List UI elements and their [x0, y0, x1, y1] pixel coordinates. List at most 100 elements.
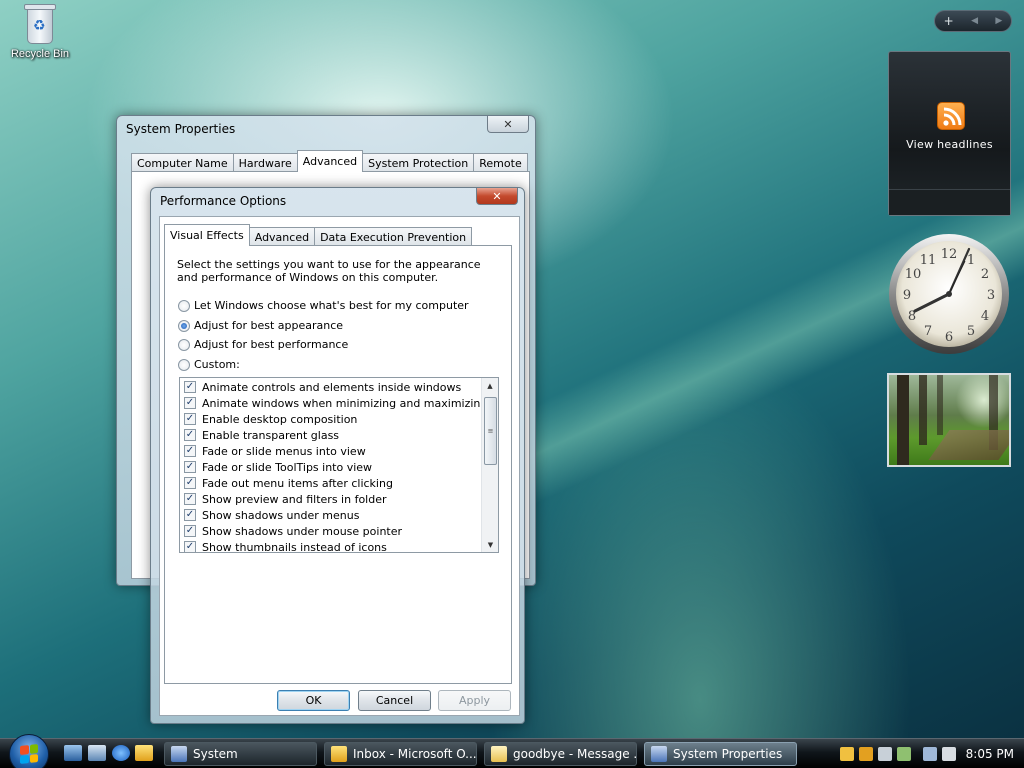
feed-headlines-gadget[interactable]: View headlines	[888, 51, 1011, 216]
system-icon	[171, 746, 187, 762]
list-item[interactable]: ✓ Animate controls and elements inside wi…	[180, 379, 498, 395]
checkbox[interactable]: ✓	[184, 493, 196, 505]
hardware-icon[interactable]	[877, 747, 892, 761]
tab-visual-effects[interactable]: Visual Effects	[164, 224, 250, 246]
list-item[interactable]: ✓ Fade out menu items after clicking	[180, 475, 498, 491]
radio-button-selected[interactable]	[178, 319, 190, 332]
list-item[interactable]: ✓ Show shadows under menus	[180, 507, 498, 523]
list-item[interactable]: ✓ Enable transparent glass	[180, 427, 498, 443]
taskbar-item-label: System Properties	[673, 747, 783, 761]
mail-icon[interactable]	[135, 745, 153, 761]
tab-advanced[interactable]: Advanced	[296, 150, 364, 172]
svg-text:9: 9	[903, 288, 911, 303]
tab-remote[interactable]: Remote	[473, 153, 528, 172]
taskbar-item-system[interactable]: System	[164, 742, 317, 766]
taskbar-item-label: Inbox - Microsoft O...	[353, 747, 477, 761]
svg-text:7: 7	[924, 324, 932, 339]
taskbar-item-system-properties[interactable]: System Properties	[644, 742, 797, 766]
checkbox[interactable]: ✓	[184, 477, 196, 489]
effect-label: Show preview and filters in folder	[202, 492, 387, 506]
svg-text:11: 11	[920, 253, 937, 268]
performance-options-close-button[interactable]: ✕	[476, 188, 518, 205]
list-item[interactable]: ✓ Show preview and filters in folder	[180, 491, 498, 507]
tab-hardware[interactable]: Hardware	[232, 153, 298, 172]
switch-windows-icon[interactable]	[88, 745, 106, 761]
prev-gadget-page-button[interactable]: ◀	[971, 16, 978, 26]
checkbox[interactable]: ✓	[184, 413, 196, 425]
list-scrollbar[interactable]: ▲ ≡ ▼	[481, 378, 498, 552]
apply-button[interactable]: Apply	[438, 690, 511, 711]
effect-label: Fade or slide menus into view	[202, 444, 366, 458]
taskbar: System Inbox - Microsoft O... goodbye - …	[0, 734, 1024, 768]
recycle-bin-shortcut[interactable]: ♻ Recycle Bin	[4, 2, 76, 60]
list-item[interactable]: ✓ Fade or slide menus into view	[180, 443, 498, 459]
recycle-bin-label: Recycle Bin	[10, 48, 70, 60]
view-headlines-label[interactable]: View headlines	[889, 138, 1010, 151]
clock-gadget[interactable]: 12 1 2 3 4 5 6 7 8 9 10 11	[887, 231, 1011, 357]
taskbar-item-inbox[interactable]: Inbox - Microsoft O...	[324, 742, 477, 766]
scroll-up-icon[interactable]: ▲	[482, 378, 498, 393]
network-icon[interactable]	[922, 747, 937, 761]
rss-icon	[937, 102, 965, 130]
checkbox[interactable]: ✓	[184, 445, 196, 457]
taskbar-item-message[interactable]: goodbye - Message ...	[484, 742, 637, 766]
tab-computer-name[interactable]: Computer Name	[131, 153, 234, 172]
clock-face-icon: 12 1 2 3 4 5 6 7 8 9 10 11	[889, 234, 1009, 354]
effect-label: Show shadows under menus	[202, 508, 360, 522]
radio-label: Custom:	[194, 358, 240, 371]
next-gadget-page-button[interactable]: ▶	[995, 16, 1002, 26]
system-properties-close-button[interactable]: ✕	[487, 116, 529, 133]
effect-label: Animate windows when minimizing and maxi…	[202, 396, 488, 410]
system-properties-title: System Properties	[126, 122, 236, 136]
list-item[interactable]: ✓ Enable desktop composition	[180, 411, 498, 427]
checkbox[interactable]: ✓	[184, 381, 196, 393]
ok-button[interactable]: OK	[277, 690, 350, 711]
add-gadget-button[interactable]: +	[944, 14, 954, 28]
radio-label: Let Windows choose what's best for my co…	[194, 299, 469, 312]
list-item[interactable]: ✓ Show thumbnails instead of icons	[180, 539, 498, 552]
radio-button[interactable]	[178, 299, 190, 312]
checkbox[interactable]: ✓	[184, 461, 196, 473]
visual-effects-list[interactable]: ✓ Animate controls and elements inside wi…	[179, 377, 499, 553]
checkbox[interactable]: ✓	[184, 397, 196, 409]
start-button[interactable]	[9, 734, 49, 768]
cancel-button[interactable]: Cancel	[358, 690, 431, 711]
radio-button[interactable]	[178, 358, 190, 371]
performance-options-client: Visual Effects Advanced Data Execution P…	[159, 216, 520, 716]
list-item[interactable]: ✓ Animate windows when minimizing and max…	[180, 395, 498, 411]
effect-label: Fade out menu items after clicking	[202, 476, 393, 490]
scroll-thumb[interactable]: ≡	[484, 397, 497, 465]
effect-label: Animate controls and elements inside win…	[202, 380, 462, 394]
checkbox[interactable]: ✓	[184, 541, 196, 552]
show-desktop-icon[interactable]	[64, 745, 82, 761]
radio-best-performance[interactable]: Adjust for best performance	[178, 338, 348, 351]
checkbox[interactable]: ✓	[184, 525, 196, 537]
svg-text:2: 2	[981, 267, 989, 282]
effect-label: Show shadows under mouse pointer	[202, 524, 403, 538]
checkbox[interactable]: ✓	[184, 509, 196, 521]
volume-icon[interactable]	[941, 747, 956, 761]
list-item[interactable]: ✓ Fade or slide ToolTips into view	[180, 459, 498, 475]
radio-let-windows-choose[interactable]: Let Windows choose what's best for my co…	[178, 299, 469, 312]
radio-custom[interactable]: Custom:	[178, 358, 240, 371]
list-item[interactable]: ✓ Show shadows under mouse pointer	[180, 523, 498, 539]
internet-explorer-icon[interactable]	[112, 745, 130, 761]
messenger-icon[interactable]	[839, 747, 854, 761]
radio-best-appearance[interactable]: Adjust for best appearance	[178, 319, 343, 332]
tab-system-protection[interactable]: System Protection	[362, 153, 475, 172]
update-icon[interactable]	[896, 747, 911, 761]
scroll-down-icon[interactable]: ▼	[482, 537, 498, 552]
checkbox[interactable]: ✓	[184, 429, 196, 441]
taskbar-clock[interactable]: 8:05 PM	[966, 747, 1014, 761]
system-properties-icon	[651, 746, 667, 762]
close-icon: ✕	[492, 189, 502, 203]
svg-text:4: 4	[981, 309, 989, 324]
radio-button[interactable]	[178, 338, 190, 351]
security-alert-icon[interactable]	[858, 747, 873, 761]
recycle-bin-icon: ♻	[21, 2, 59, 46]
slideshow-gadget[interactable]	[887, 373, 1011, 467]
tab-data-execution-prevention[interactable]: Data Execution Prevention	[314, 227, 473, 246]
performance-options-window[interactable]: Performance Options ✕ Visual Effects Adv…	[150, 187, 525, 724]
radio-label: Adjust for best appearance	[194, 319, 344, 332]
tab-advanced[interactable]: Advanced	[248, 227, 316, 246]
